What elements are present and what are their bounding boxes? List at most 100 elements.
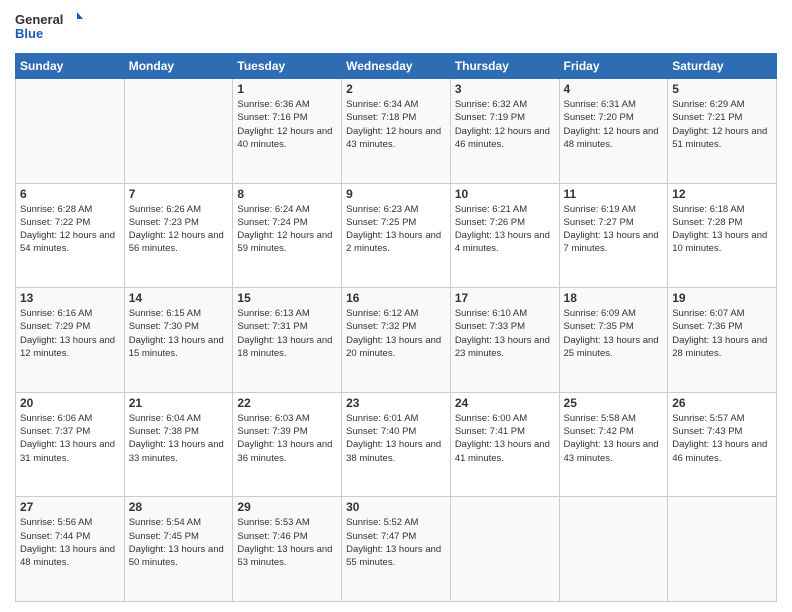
day-info: Sunrise: 5:57 AM Sunset: 7:43 PM Dayligh… — [672, 412, 772, 465]
calendar-cell: 5 Sunrise: 6:29 AM Sunset: 7:21 PM Daylig… — [668, 79, 777, 184]
day-header-friday: Friday — [559, 54, 668, 79]
day-number: 26 — [672, 396, 772, 410]
calendar-cell: 7 Sunrise: 6:26 AM Sunset: 7:23 PM Daylig… — [124, 183, 233, 288]
day-number: 15 — [237, 291, 337, 305]
calendar-cell — [16, 79, 125, 184]
day-number: 14 — [129, 291, 229, 305]
day-info: Sunrise: 5:52 AM Sunset: 7:47 PM Dayligh… — [346, 516, 446, 569]
day-number: 1 — [237, 82, 337, 96]
svg-text:General: General — [15, 12, 63, 27]
calendar-week-4: 20 Sunrise: 6:06 AM Sunset: 7:37 PM Dayli… — [16, 392, 777, 497]
calendar-cell: 13 Sunrise: 6:16 AM Sunset: 7:29 PM Dayli… — [16, 288, 125, 393]
day-info: Sunrise: 6:26 AM Sunset: 7:23 PM Dayligh… — [129, 203, 229, 256]
day-number: 13 — [20, 291, 120, 305]
day-info: Sunrise: 5:53 AM Sunset: 7:46 PM Dayligh… — [237, 516, 337, 569]
day-info: Sunrise: 6:01 AM Sunset: 7:40 PM Dayligh… — [346, 412, 446, 465]
calendar-cell: 21Sunrise: 6:04 AM Sunset: 7:38 PM Dayli… — [124, 392, 233, 497]
day-number: 25 — [564, 396, 664, 410]
day-number: 20 — [20, 396, 120, 410]
day-number: 29 — [237, 500, 337, 514]
calendar-cell: 28 Sunrise: 5:54 AM Sunset: 7:45 PM Dayli… — [124, 497, 233, 602]
day-info: Sunrise: 6:19 AM Sunset: 7:27 PM Dayligh… — [564, 203, 664, 256]
calendar-week-1: 1 Sunrise: 6:36 AM Sunset: 7:16 PM Daylig… — [16, 79, 777, 184]
calendar-week-2: 6 Sunrise: 6:28 AM Sunset: 7:22 PM Daylig… — [16, 183, 777, 288]
day-number: 22 — [237, 396, 337, 410]
day-number: 4 — [564, 82, 664, 96]
day-info: Sunrise: 6:13 AM Sunset: 7:31 PM Dayligh… — [237, 307, 337, 360]
calendar-week-3: 13 Sunrise: 6:16 AM Sunset: 7:29 PM Dayli… — [16, 288, 777, 393]
day-number: 2 — [346, 82, 446, 96]
day-number: 3 — [455, 82, 555, 96]
day-number: 19 — [672, 291, 772, 305]
day-number: 30 — [346, 500, 446, 514]
calendar-cell — [450, 497, 559, 602]
day-info: Sunrise: 6:00 AM Sunset: 7:41 PM Dayligh… — [455, 412, 555, 465]
calendar-cell: 12Sunrise: 6:18 AM Sunset: 7:28 PM Dayli… — [668, 183, 777, 288]
day-info: Sunrise: 6:16 AM Sunset: 7:29 PM Dayligh… — [20, 307, 120, 360]
day-number: 9 — [346, 187, 446, 201]
day-header-sunday: Sunday — [16, 54, 125, 79]
day-number: 28 — [129, 500, 229, 514]
day-info: Sunrise: 6:21 AM Sunset: 7:26 PM Dayligh… — [455, 203, 555, 256]
calendar-cell: 16Sunrise: 6:12 AM Sunset: 7:32 PM Dayli… — [342, 288, 451, 393]
calendar-cell: 20 Sunrise: 6:06 AM Sunset: 7:37 PM Dayli… — [16, 392, 125, 497]
day-number: 27 — [20, 500, 120, 514]
calendar-cell: 19 Sunrise: 6:07 AM Sunset: 7:36 PM Dayli… — [668, 288, 777, 393]
day-number: 12 — [672, 187, 772, 201]
day-info: Sunrise: 6:36 AM Sunset: 7:16 PM Dayligh… — [237, 98, 337, 151]
calendar-cell: 3 Sunrise: 6:32 AM Sunset: 7:19 PM Daylig… — [450, 79, 559, 184]
day-info: Sunrise: 6:10 AM Sunset: 7:33 PM Dayligh… — [455, 307, 555, 360]
calendar-cell: 8 Sunrise: 6:24 AM Sunset: 7:24 PM Daylig… — [233, 183, 342, 288]
calendar-cell: 11 Sunrise: 6:19 AM Sunset: 7:27 PM Dayli… — [559, 183, 668, 288]
day-number: 18 — [564, 291, 664, 305]
day-info: Sunrise: 6:31 AM Sunset: 7:20 PM Dayligh… — [564, 98, 664, 151]
day-info: Sunrise: 6:28 AM Sunset: 7:22 PM Dayligh… — [20, 203, 120, 256]
calendar-cell: 4 Sunrise: 6:31 AM Sunset: 7:20 PM Daylig… — [559, 79, 668, 184]
day-header-wednesday: Wednesday — [342, 54, 451, 79]
day-info: Sunrise: 6:09 AM Sunset: 7:35 PM Dayligh… — [564, 307, 664, 360]
generalblue-logo-icon: General Blue — [15, 10, 85, 45]
day-info: Sunrise: 5:56 AM Sunset: 7:44 PM Dayligh… — [20, 516, 120, 569]
day-info: Sunrise: 6:03 AM Sunset: 7:39 PM Dayligh… — [237, 412, 337, 465]
logo: General Blue — [15, 10, 85, 45]
day-info: Sunrise: 6:07 AM Sunset: 7:36 PM Dayligh… — [672, 307, 772, 360]
calendar-cell: 2 Sunrise: 6:34 AM Sunset: 7:18 PM Daylig… — [342, 79, 451, 184]
calendar-header-row: SundayMondayTuesdayWednesdayThursdayFrid… — [16, 54, 777, 79]
calendar-cell: 9 Sunrise: 6:23 AM Sunset: 7:25 PM Daylig… — [342, 183, 451, 288]
calendar-cell: 23 Sunrise: 6:01 AM Sunset: 7:40 PM Dayli… — [342, 392, 451, 497]
day-info: Sunrise: 6:29 AM Sunset: 7:21 PM Dayligh… — [672, 98, 772, 151]
svg-text:Blue: Blue — [15, 26, 43, 41]
calendar-cell: 14 Sunrise: 6:15 AM Sunset: 7:30 PM Dayli… — [124, 288, 233, 393]
calendar-cell: 27 Sunrise: 5:56 AM Sunset: 7:44 PM Dayli… — [16, 497, 125, 602]
calendar-cell — [668, 497, 777, 602]
calendar-table: SundayMondayTuesdayWednesdayThursdayFrid… — [15, 53, 777, 602]
calendar-cell — [559, 497, 668, 602]
day-info: Sunrise: 6:06 AM Sunset: 7:37 PM Dayligh… — [20, 412, 120, 465]
calendar-week-5: 27 Sunrise: 5:56 AM Sunset: 7:44 PM Dayli… — [16, 497, 777, 602]
day-number: 7 — [129, 187, 229, 201]
day-header-thursday: Thursday — [450, 54, 559, 79]
calendar-cell: 1 Sunrise: 6:36 AM Sunset: 7:16 PM Daylig… — [233, 79, 342, 184]
calendar-cell: 24 Sunrise: 6:00 AM Sunset: 7:41 PM Dayli… — [450, 392, 559, 497]
day-header-tuesday: Tuesday — [233, 54, 342, 79]
day-info: Sunrise: 6:24 AM Sunset: 7:24 PM Dayligh… — [237, 203, 337, 256]
calendar-cell: 26 Sunrise: 5:57 AM Sunset: 7:43 PM Dayli… — [668, 392, 777, 497]
day-number: 8 — [237, 187, 337, 201]
calendar-cell: 18 Sunrise: 6:09 AM Sunset: 7:35 PM Dayli… — [559, 288, 668, 393]
calendar-cell: 30 Sunrise: 5:52 AM Sunset: 7:47 PM Dayli… — [342, 497, 451, 602]
day-info: Sunrise: 6:34 AM Sunset: 7:18 PM Dayligh… — [346, 98, 446, 151]
day-info: Sunrise: 6:23 AM Sunset: 7:25 PM Dayligh… — [346, 203, 446, 256]
day-number: 6 — [20, 187, 120, 201]
day-info: Sunrise: 5:54 AM Sunset: 7:45 PM Dayligh… — [129, 516, 229, 569]
day-info: Sunrise: 6:32 AM Sunset: 7:19 PM Dayligh… — [455, 98, 555, 151]
day-number: 5 — [672, 82, 772, 96]
day-number: 21 — [129, 396, 229, 410]
day-number: 24 — [455, 396, 555, 410]
day-info: Sunrise: 6:15 AM Sunset: 7:30 PM Dayligh… — [129, 307, 229, 360]
day-number: 23 — [346, 396, 446, 410]
day-number: 10 — [455, 187, 555, 201]
day-number: 16 — [346, 291, 446, 305]
day-number: 11 — [564, 187, 664, 201]
calendar-cell: 17Sunrise: 6:10 AM Sunset: 7:33 PM Dayli… — [450, 288, 559, 393]
calendar-cell: 25Sunrise: 5:58 AM Sunset: 7:42 PM Dayli… — [559, 392, 668, 497]
